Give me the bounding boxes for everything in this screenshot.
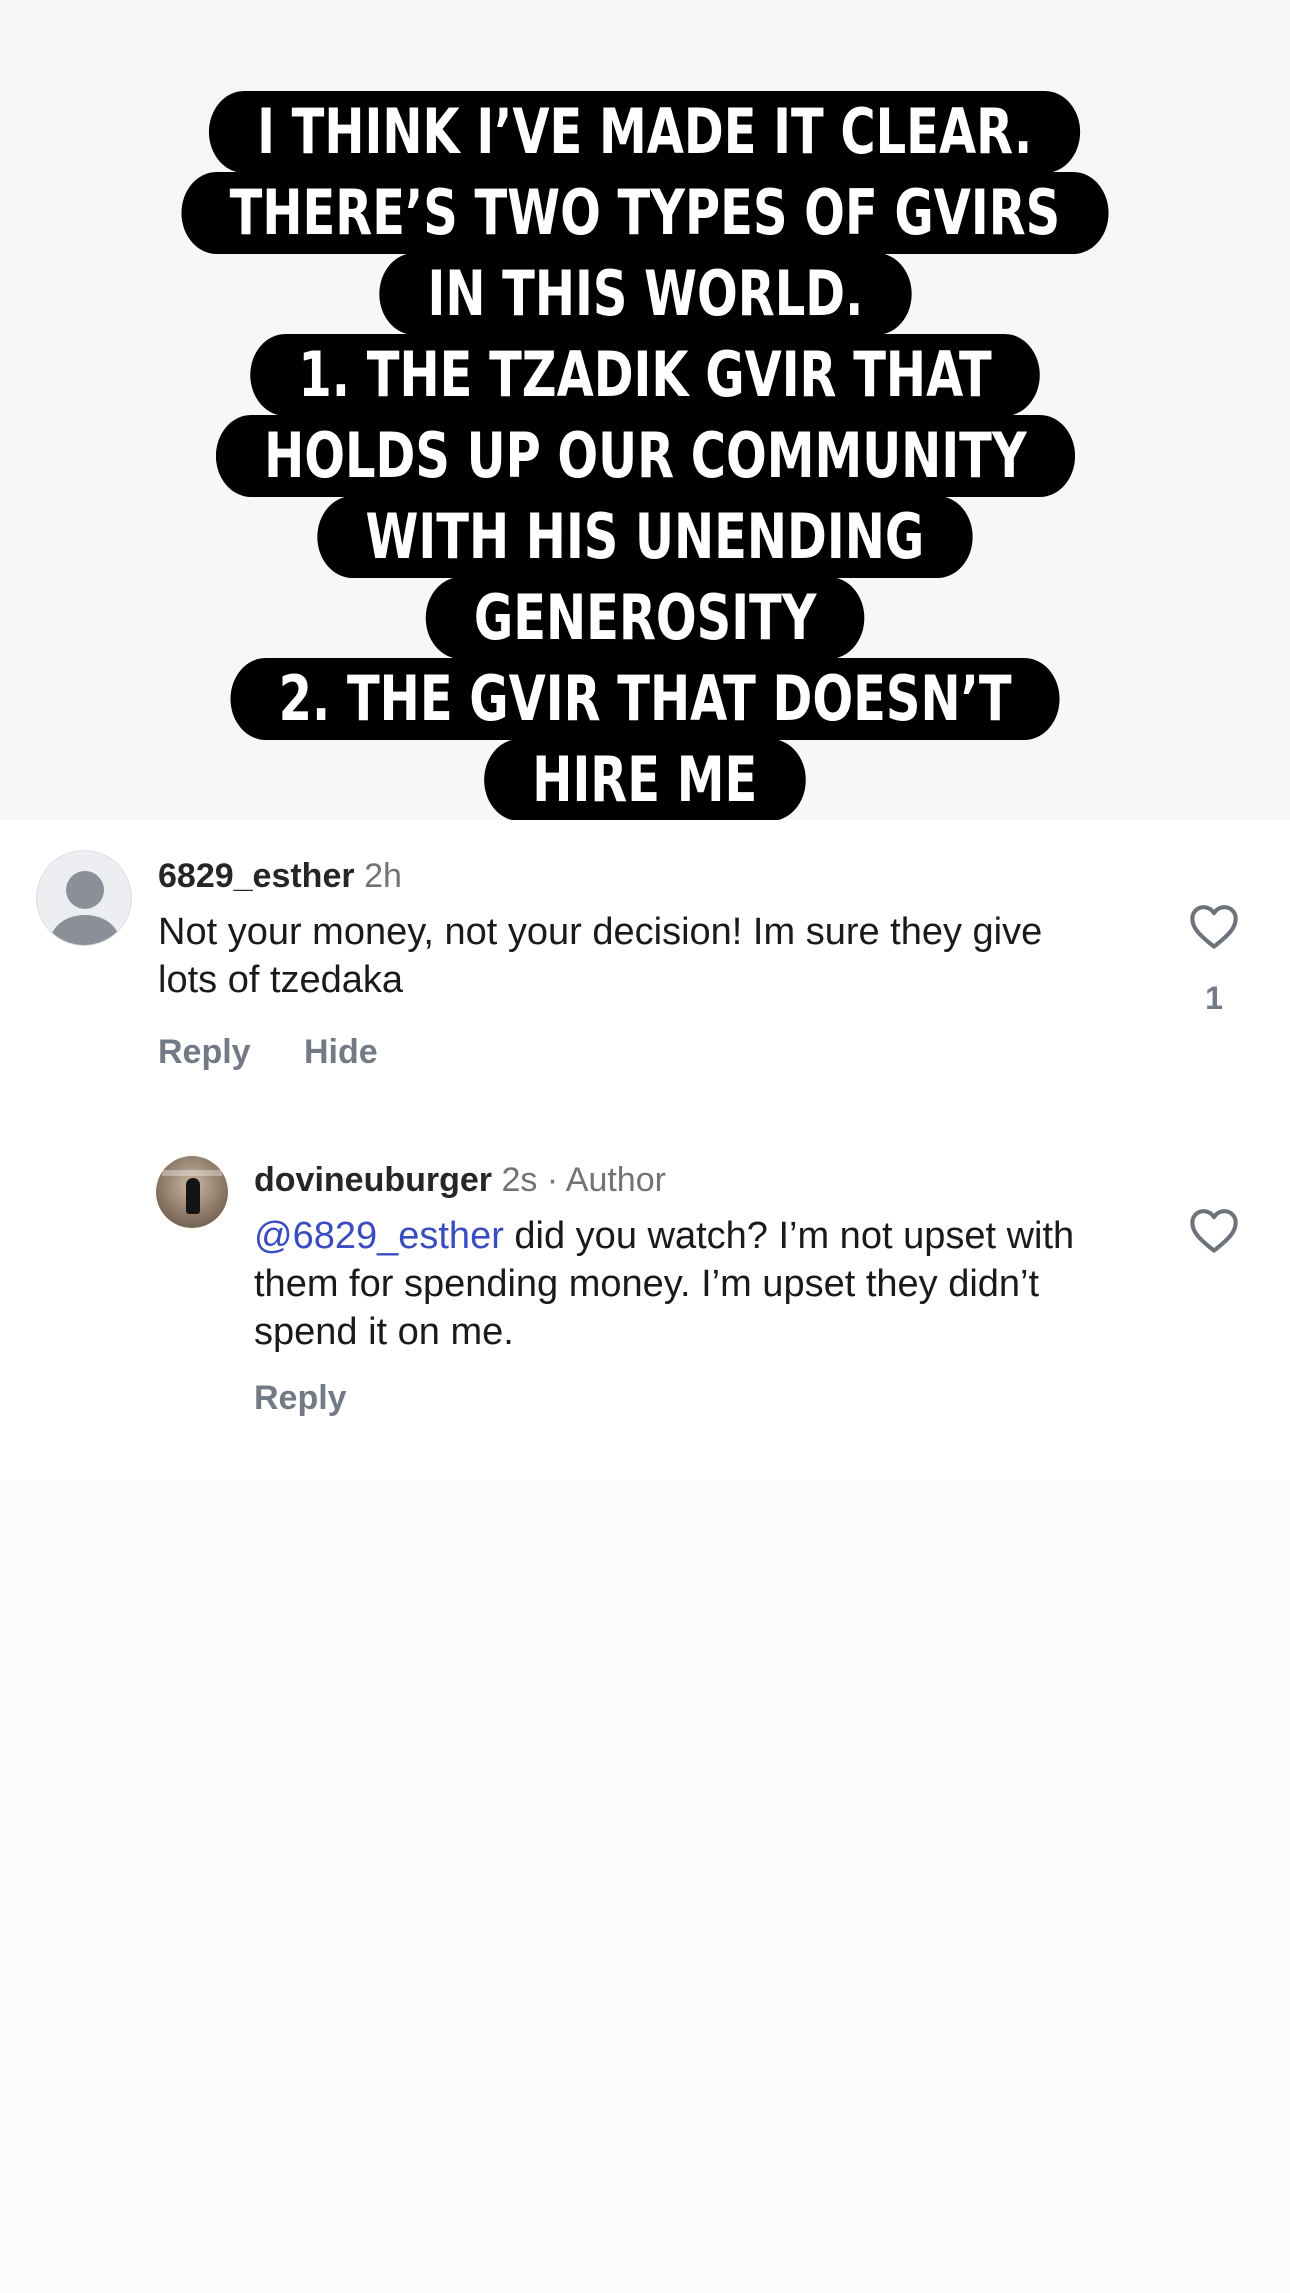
- reply-button[interactable]: Reply: [158, 1032, 251, 1072]
- comment-username[interactable]: 6829_esther: [158, 857, 355, 895]
- caption-line: HIRE ME: [484, 739, 806, 821]
- heart-icon[interactable]: [1188, 1206, 1240, 1254]
- story-caption: I THINK I’VE MADE IT CLEAR. THERE’S TWO …: [0, 91, 1290, 821]
- caption-line: HOLDS UP OUR COMMUNITY: [215, 415, 1075, 497]
- comments-list: 6829_esther 2h Not your money, not your …: [0, 820, 1290, 1480]
- like-count: 1: [1205, 980, 1223, 1016]
- comment-timestamp: 2h: [364, 857, 402, 895]
- caption-line: THERE’S TWO TYPES OF GVIRS: [181, 172, 1109, 254]
- comment-header: 6829_esther 2h: [158, 856, 402, 896]
- author-badge: Author: [565, 1161, 666, 1199]
- default-user-avatar-icon[interactable]: [36, 850, 132, 946]
- story-preview[interactable]: I THINK I’VE MADE IT CLEAR. THERE’S TWO …: [0, 0, 1290, 821]
- comment-text: @6829_esther did you watch? I’m not upse…: [254, 1212, 1134, 1356]
- story-comments-screen: I THINK I’VE MADE IT CLEAR. THERE’S TWO …: [0, 0, 1290, 2293]
- caption-line: I THINK I’VE MADE IT CLEAR.: [209, 91, 1081, 173]
- hide-button[interactable]: Hide: [304, 1032, 378, 1072]
- comment-text: Not your money, not your decision! Im su…: [158, 911, 1043, 1001]
- caption-line: 2. THE GVIR THAT DOESN’T: [230, 658, 1060, 740]
- comment-header: dovineuburger 2s · Author: [254, 1160, 666, 1200]
- mention-link[interactable]: @6829_esther: [254, 1215, 504, 1257]
- caption-line: WITH HIS UNENDING: [317, 496, 973, 578]
- reply-button[interactable]: Reply: [254, 1378, 347, 1418]
- meta-separator: ·: [546, 1161, 559, 1199]
- heart-icon[interactable]: [1188, 902, 1240, 950]
- caption-line: IN THIS WORLD.: [378, 253, 912, 335]
- comment-timestamp: 2s: [501, 1161, 538, 1199]
- caption-line: 1. THE TZADIK GVIR THAT: [250, 334, 1040, 416]
- profile-photo-avatar[interactable]: [156, 1156, 228, 1228]
- caption-line: GENEROSITY: [425, 577, 865, 659]
- comment-username[interactable]: dovineuburger: [254, 1161, 492, 1199]
